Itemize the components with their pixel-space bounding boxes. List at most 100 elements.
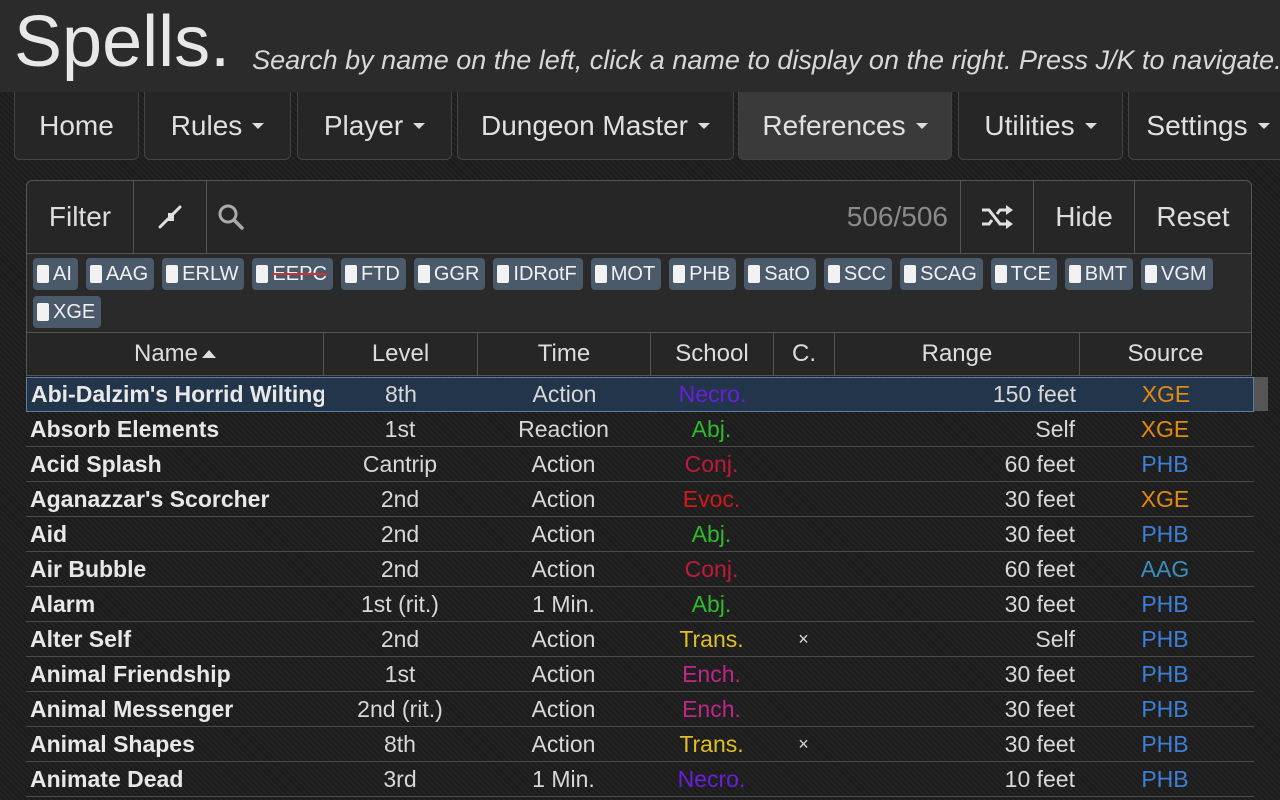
cell-school: Ench. <box>682 695 741 722</box>
cell-concentration: × <box>798 628 809 649</box>
column-header-range[interactable]: Range <box>835 333 1080 375</box>
source-tag-phb[interactable]: PHB <box>669 258 737 290</box>
source-tag-aag[interactable]: AAG <box>85 258 155 290</box>
nav-label: Dungeon Master <box>480 109 688 141</box>
cell-source: PHB <box>1141 765 1189 792</box>
source-tag-ggr[interactable]: GGR <box>413 258 486 290</box>
cell-level: 2nd <box>380 555 420 582</box>
table-row[interactable]: Air Bubble 2nd Action Conj. 60 feet AAG <box>26 552 1254 587</box>
table-row[interactable]: Acid Splash Cantrip Action Conj. 60 feet PHB <box>26 447 1254 482</box>
table-row[interactable]: Aid 2nd Action Abj. 30 feet PHB <box>26 517 1254 552</box>
nav-dungeon-master[interactable]: Dungeon Master <box>457 92 734 160</box>
source-tag-label: AAG <box>105 262 149 285</box>
nav-rules[interactable]: Rules <box>144 92 291 160</box>
nav-references[interactable]: References <box>738 92 952 160</box>
cell-source: AAG <box>1140 555 1190 582</box>
column-header-school[interactable]: School <box>651 333 774 375</box>
search-input[interactable] <box>245 200 847 234</box>
book-icon <box>994 265 1007 283</box>
cell-level: 2nd <box>380 520 420 547</box>
source-tag-vgm[interactable]: VGM <box>1141 258 1213 290</box>
book-icon <box>497 265 510 283</box>
table-row[interactable]: Alter Self 2nd Action Trans. × Self PHB <box>26 622 1254 657</box>
cell-school: Abj. <box>691 520 732 547</box>
hide-button[interactable]: Hide <box>1034 181 1135 253</box>
table-row[interactable]: Alarm 1st (rit.) 1 Min. Abj. 30 feet PHB <box>26 587 1254 622</box>
cell-name: Aganazzar's Scorcher <box>30 485 270 512</box>
cell-source: PHB <box>1141 450 1189 477</box>
column-header-source[interactable]: Source <box>1080 333 1251 375</box>
cell-school: Trans. <box>679 730 744 757</box>
cell-school: Trans. <box>679 625 744 652</box>
column-header-level[interactable]: Level <box>324 333 478 375</box>
cell-source: XGE <box>1141 381 1191 407</box>
shuffle-icon[interactable] <box>961 181 1034 253</box>
source-tag-label: EEPC <box>272 262 327 285</box>
cell-name: Animate Dead <box>30 765 184 792</box>
book-icon <box>417 265 430 283</box>
table-header: Name Level Time School C. Range Source <box>26 332 1252 376</box>
scrollbar-thumb[interactable] <box>1254 377 1268 411</box>
cell-level: 1st <box>384 660 416 687</box>
column-header-concentration[interactable]: C. <box>774 333 835 375</box>
table-row[interactable]: Animal Shapes 8th Action Trans. × 30 feet PHB <box>26 727 1254 762</box>
source-tag-scc[interactable]: SCC <box>823 258 893 290</box>
page-title: Spells. <box>14 2 231 82</box>
reset-button[interactable]: Reset <box>1135 181 1251 253</box>
book-icon <box>1145 265 1158 283</box>
table-row[interactable]: Abi-Dalzim's Horrid Wilting 8th Action Necr… <box>26 377 1254 412</box>
cell-range: Self <box>1035 625 1075 652</box>
nav-label: Rules <box>170 109 243 141</box>
source-tag-tce[interactable]: TCE <box>990 258 1057 290</box>
cell-school: Conj. <box>684 450 739 477</box>
source-tag-erlw[interactable]: ERLW <box>162 258 245 290</box>
book-icon <box>166 265 179 283</box>
table-row[interactable]: Absorb Elements 1st Reaction Abj. Self XGE <box>26 412 1254 447</box>
table-row[interactable]: Animal Messenger 2nd (rit.) Action Ench. 30 … <box>26 692 1254 727</box>
book-icon <box>594 265 607 283</box>
source-tag-label: SatO <box>764 262 810 285</box>
book-icon <box>748 265 761 283</box>
filter-button[interactable]: Filter <box>27 181 134 253</box>
cell-name: Air Bubble <box>30 555 147 582</box>
source-tag-xge[interactable]: XGE <box>33 296 102 328</box>
nav-home[interactable]: Home <box>14 92 139 160</box>
table-row[interactable]: Aganazzar's Scorcher 2nd Action Evoc. 30 fee… <box>26 482 1254 517</box>
cell-name: Alarm <box>30 590 96 617</box>
nav-utilities[interactable]: Utilities <box>958 92 1123 160</box>
source-tag-mot[interactable]: MOT <box>590 258 662 290</box>
source-tag-label: AI <box>53 262 72 285</box>
source-tag-ai[interactable]: AI <box>33 258 78 290</box>
sort-ascending-icon <box>202 350 217 358</box>
collapse-arrows-icon[interactable] <box>134 181 207 253</box>
source-tag-sato[interactable]: SatO <box>744 258 816 290</box>
cell-time: Action <box>532 381 597 407</box>
nav-player[interactable]: Player <box>297 92 452 160</box>
source-tag-idrotf[interactable]: IDRotF <box>493 258 583 290</box>
source-tag-eepc[interactable]: EEPC <box>252 258 333 290</box>
column-header-time[interactable]: Time <box>478 333 651 375</box>
table-row[interactable]: Animate Dead 3rd 1 Min. Necro. 10 feet PHB <box>26 762 1254 797</box>
source-tag-label: TCE <box>1010 262 1051 285</box>
cell-range: 10 feet <box>1004 765 1075 792</box>
source-tag-label: FTD <box>360 262 400 285</box>
cell-time: Action <box>531 450 596 477</box>
cell-range: 30 feet <box>1004 590 1075 617</box>
book-icon <box>37 265 49 283</box>
caret-down-icon <box>915 122 928 129</box>
cell-source: PHB <box>1141 625 1189 652</box>
nav-settings[interactable]: Settings <box>1128 92 1280 160</box>
column-header-name[interactable]: Name <box>27 333 324 375</box>
source-tag-bmt[interactable]: BMT <box>1064 258 1134 290</box>
source-tag-label: SCC <box>843 262 887 285</box>
cell-range: 60 feet <box>1004 450 1075 477</box>
caret-down-icon <box>1084 122 1097 129</box>
cell-concentration: × <box>798 733 809 754</box>
source-tag-scag[interactable]: SCAG <box>900 258 983 290</box>
cell-level: 2nd (rit.) <box>357 695 443 722</box>
cell-name: Animal Messenger <box>30 695 234 722</box>
search-field[interactable]: 506/506 <box>207 181 961 253</box>
cell-time: Reaction <box>518 415 609 442</box>
source-tag-ftd[interactable]: FTD <box>340 258 406 290</box>
table-row[interactable]: Animal Friendship 1st Action Ench. 30 feet PH… <box>26 657 1254 692</box>
